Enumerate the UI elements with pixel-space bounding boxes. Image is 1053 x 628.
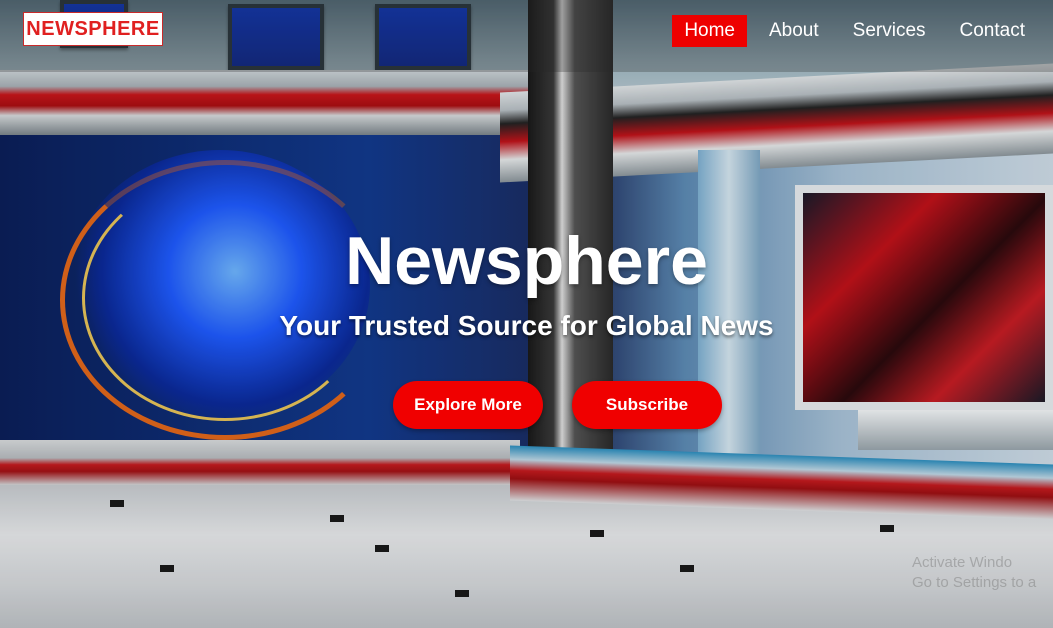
subscribe-button[interactable]: Subscribe (572, 381, 722, 429)
nav-link-home[interactable]: Home (672, 15, 747, 47)
hero-subtitle: Your Trusted Source for Global News (279, 310, 774, 341)
nav-links: Home About Services Contact (662, 15, 1037, 47)
nav-link-contact[interactable]: Contact (948, 15, 1037, 47)
explore-more-button[interactable]: Explore More (393, 381, 543, 429)
hero-title: Newsphere (345, 223, 708, 299)
watermark-line-1: Activate Windo (912, 554, 1013, 571)
nav-link-services[interactable]: Services (841, 15, 938, 47)
navbar: NEWSPHERE Home About Services Contact (0, 0, 1053, 72)
site-logo[interactable]: NEWSPHERE (23, 12, 163, 46)
watermark-line-2: Go to Settings to a (912, 574, 1037, 591)
activation-watermark: Activate Windo Go to Settings to a (912, 553, 1036, 593)
nav-link-about[interactable]: About (757, 15, 831, 47)
